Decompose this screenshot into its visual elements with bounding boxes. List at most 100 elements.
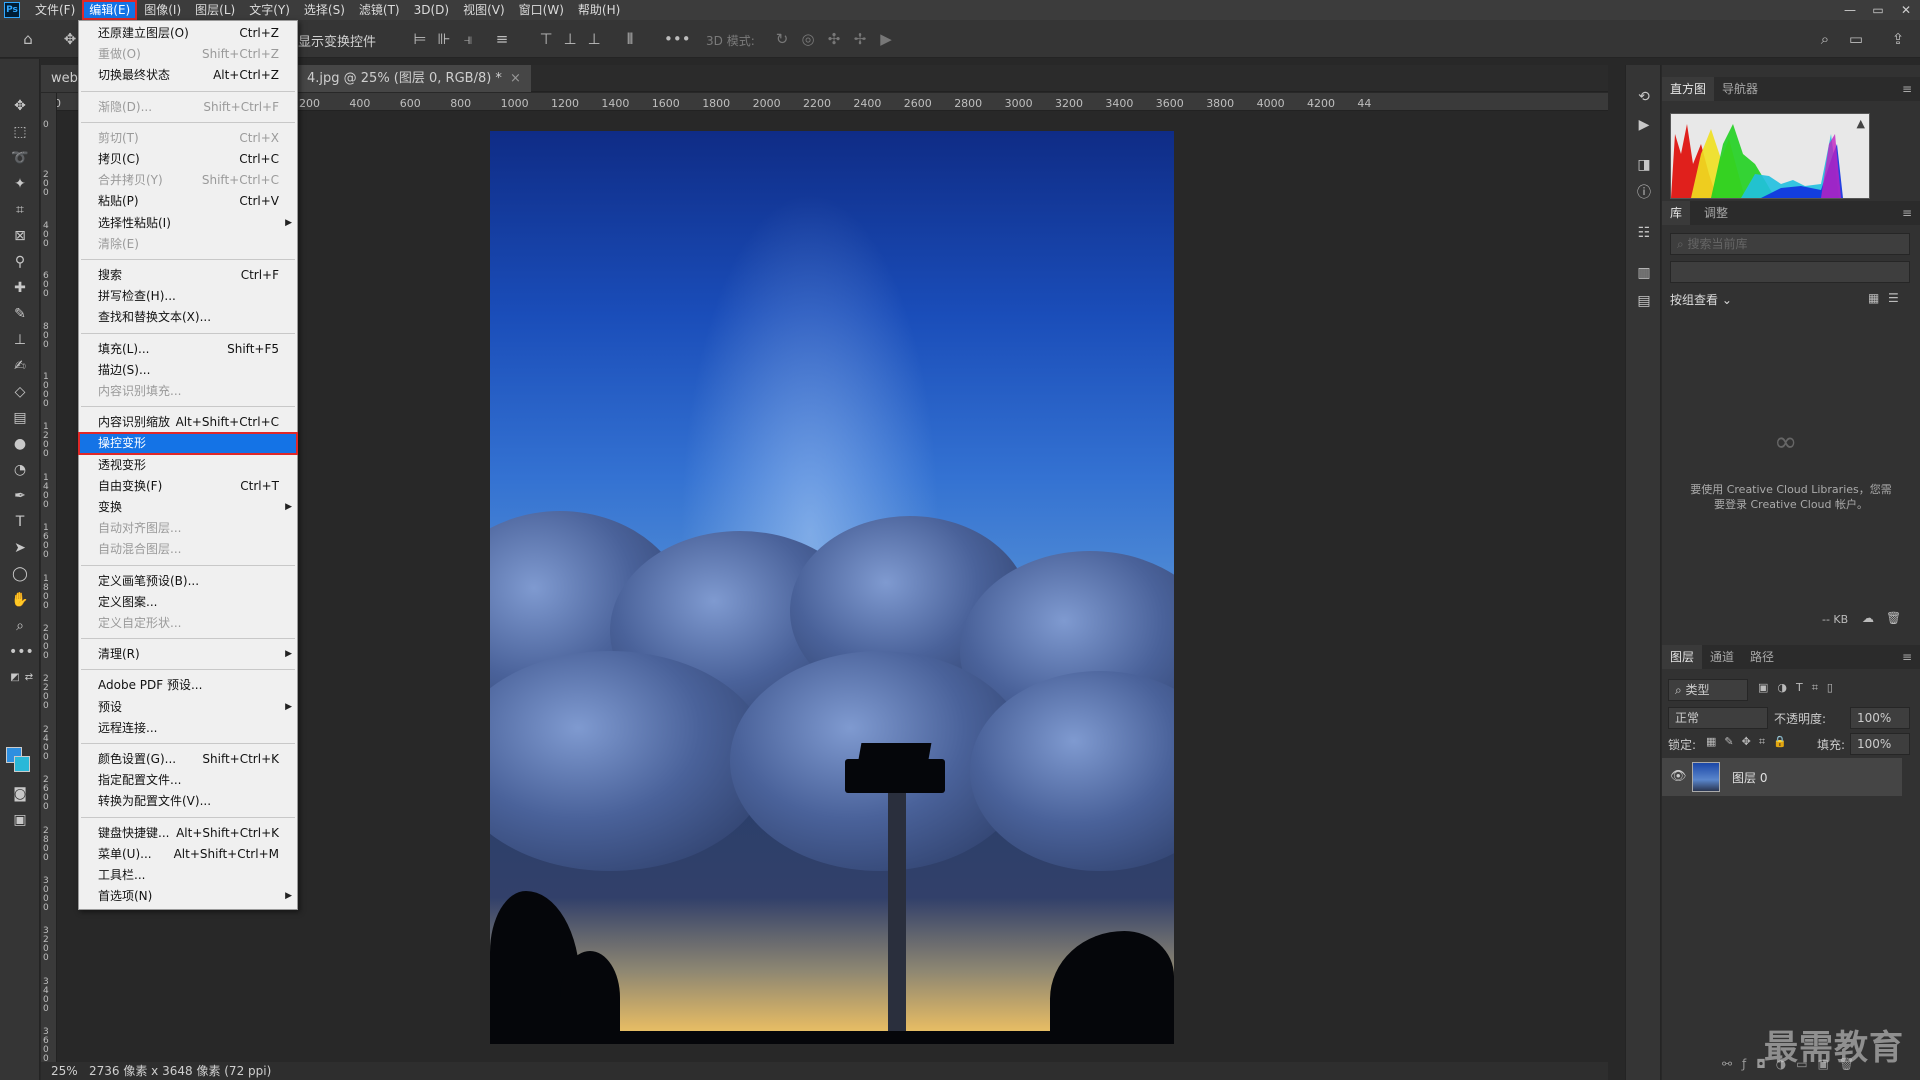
panel-menu-icon[interactable]: ≡ bbox=[1902, 650, 1912, 664]
document-tab-1[interactable]: webu bbox=[41, 65, 79, 92]
menu-item[interactable]: 变换 ▶ bbox=[79, 497, 297, 518]
tab-layers[interactable]: 图层 bbox=[1662, 645, 1703, 669]
eyedropper-tool-icon[interactable]: ⚲ bbox=[9, 251, 31, 273]
cache-warning-icon[interactable]: ▲ bbox=[1857, 117, 1865, 130]
3d-camera-icon[interactable]: ▶ bbox=[876, 29, 896, 49]
layer-thumbnail[interactable] bbox=[1692, 762, 1720, 792]
tab-adjustments[interactable]: 调整 bbox=[1696, 201, 1736, 225]
tab-histogram[interactable]: 直方图 bbox=[1662, 77, 1715, 101]
panel-menu-icon[interactable]: ≡ bbox=[1902, 206, 1912, 220]
cloud-sync-icon[interactable]: ☁ bbox=[1862, 611, 1874, 625]
close-button[interactable]: ✕ bbox=[1892, 0, 1920, 20]
panel-menu-icon[interactable]: ≡ bbox=[1902, 82, 1912, 96]
history-icon[interactable]: ⟲ bbox=[1634, 87, 1654, 107]
brush-settings-icon[interactable]: ▥ bbox=[1634, 263, 1654, 283]
more-options-icon[interactable]: ••• bbox=[664, 29, 691, 49]
gradient-tool-icon[interactable]: ▤ bbox=[9, 407, 31, 429]
menu-2[interactable]: 图像(I) bbox=[137, 0, 188, 20]
visibility-eye-icon[interactable]: 👁 bbox=[1670, 769, 1687, 784]
list-view-icon[interactable]: ☰ bbox=[1888, 291, 1899, 305]
library-search-input[interactable]: ⌕ 搜索当前库 bbox=[1670, 233, 1910, 255]
menu-item[interactable]: 拷贝(C) Ctrl+C bbox=[79, 149, 297, 170]
minimize-button[interactable]: — bbox=[1836, 0, 1864, 20]
zoom-tool-icon[interactable]: ⌕ bbox=[9, 615, 31, 637]
align-bottom-icon[interactable]: ⊥ bbox=[584, 29, 604, 49]
menu-item[interactable]: 指定配置文件... bbox=[79, 770, 297, 791]
menu-item[interactable]: 内容识别缩放 Alt+Shift+Ctrl+C bbox=[79, 412, 297, 433]
path-selection-tool-icon[interactable]: ➤ bbox=[9, 537, 31, 559]
blend-mode-select[interactable]: 正常 bbox=[1668, 707, 1768, 729]
quick-mask-icon[interactable]: ◙ bbox=[9, 783, 31, 805]
menu-item[interactable]: 拼写检查(H)... bbox=[79, 286, 297, 307]
swap-colors-icon[interactable]: ⇄ bbox=[18, 667, 40, 689]
3d-orbit-icon[interactable]: ↻ bbox=[772, 29, 792, 49]
layer-name[interactable]: 图层 0 bbox=[1732, 769, 1767, 786]
stamp-tool-icon[interactable]: ⊥ bbox=[9, 329, 31, 351]
search-icon[interactable]: ⌕ bbox=[1815, 29, 1835, 49]
document-info[interactable]: 2736 像素 x 3648 像素 (72 ppi) bbox=[89, 1062, 271, 1080]
menu-item[interactable]: 定义图案... bbox=[79, 592, 297, 613]
background-color-swatch[interactable] bbox=[14, 756, 30, 772]
pen-tool-icon[interactable]: ✒ bbox=[9, 485, 31, 507]
dodge-tool-icon[interactable]: ◔ bbox=[9, 459, 31, 481]
3d-roll-icon[interactable]: ◎ bbox=[798, 29, 818, 49]
menu-item[interactable]: 定义画笔预设(B)... bbox=[79, 571, 297, 592]
lock-icons[interactable]: ▦✎✥⌗🔒 bbox=[1706, 735, 1795, 749]
menu-item[interactable]: 转换为配置文件(V)... bbox=[79, 791, 297, 812]
crop-tool-icon[interactable]: ⌗ bbox=[9, 199, 31, 221]
document-image[interactable] bbox=[490, 131, 1174, 1044]
menu-item[interactable]: 颜色设置(G)... Shift+Ctrl+K bbox=[79, 749, 297, 770]
menu-4[interactable]: 文字(Y) bbox=[242, 0, 297, 20]
character-icon[interactable]: ☷ bbox=[1634, 223, 1654, 243]
library-view-mode[interactable]: 按组查看 ⌄ bbox=[1670, 291, 1732, 308]
screen-mode-icon[interactable]: ▣ bbox=[9, 809, 31, 831]
menu-item[interactable]: 透视变形 bbox=[79, 455, 297, 476]
history-brush-tool-icon[interactable]: ✍ bbox=[9, 355, 31, 377]
library-dropdown[interactable] bbox=[1670, 261, 1910, 283]
tab-paths[interactable]: 路径 bbox=[1742, 645, 1782, 669]
distribute-icon[interactable]: ≡ bbox=[492, 29, 512, 49]
fill-input[interactable]: 100% bbox=[1850, 733, 1910, 755]
workspace-icon[interactable]: ▭ bbox=[1846, 29, 1866, 49]
menu-7[interactable]: 3D(D) bbox=[407, 0, 456, 20]
document-tab-active[interactable]: 4.jpg @ 25% (图层 0, RGB/8) * × bbox=[297, 65, 531, 92]
tab-navigator[interactable]: 导航器 bbox=[1714, 77, 1766, 101]
menu-item[interactable]: 清理(R) ▶ bbox=[79, 644, 297, 665]
layer-filter-icons[interactable]: ▣◑T⌗▯ bbox=[1758, 681, 1842, 695]
menu-item[interactable]: 描边(S)... bbox=[79, 360, 297, 381]
align-middle-icon[interactable]: ⊥ bbox=[560, 29, 580, 49]
move-tool-icon[interactable]: ✥ bbox=[60, 29, 80, 49]
align-top-icon[interactable]: ⊤ bbox=[536, 29, 556, 49]
align-center-icon[interactable]: ⊪ bbox=[434, 29, 454, 49]
menu-5[interactable]: 选择(S) bbox=[297, 0, 352, 20]
menu-item[interactable]: 还原建立图层(O) Ctrl+Z bbox=[79, 23, 297, 44]
menu-6[interactable]: 滤镜(T) bbox=[352, 0, 407, 20]
menu-item[interactable]: 操控变形 bbox=[78, 432, 298, 456]
menu-3[interactable]: 图层(L) bbox=[188, 0, 242, 20]
tab-channels[interactable]: 通道 bbox=[1702, 645, 1742, 669]
trash-icon[interactable]: 🗑 bbox=[1886, 611, 1901, 625]
zoom-level[interactable]: 25% bbox=[51, 1062, 78, 1080]
move-tool-icon[interactable]: ✥ bbox=[9, 95, 31, 117]
menu-item[interactable]: 切换最终状态 Alt+Ctrl+Z bbox=[79, 65, 297, 86]
home-icon[interactable]: ⌂ bbox=[18, 29, 38, 49]
distribute-vertical-icon[interactable]: ⫴ bbox=[620, 29, 640, 49]
menu-item[interactable]: 工具栏... bbox=[79, 865, 297, 886]
menu-item[interactable]: Adobe PDF 预设... bbox=[79, 675, 297, 696]
menu-item[interactable]: 键盘快捷键... Alt+Shift+Ctrl+K bbox=[79, 823, 297, 844]
menu-0[interactable]: 文件(F) bbox=[28, 0, 82, 20]
menu-item[interactable]: 查找和替换文本(X)... bbox=[79, 307, 297, 328]
frame-tool-icon[interactable]: ⊠ bbox=[9, 225, 31, 247]
healing-brush-tool-icon[interactable]: ✚ bbox=[9, 277, 31, 299]
menu-item[interactable]: 自由变换(F) Ctrl+T bbox=[79, 476, 297, 497]
menu-item[interactable]: 粘贴(P) Ctrl+V bbox=[79, 191, 297, 212]
eraser-tool-icon[interactable]: ◇ bbox=[9, 381, 31, 403]
menu-item[interactable]: 预设 ▶ bbox=[79, 697, 297, 718]
marquee-tool-icon[interactable]: ⬚ bbox=[9, 121, 31, 143]
layer-filter-kind[interactable]: ⌕ 类型 bbox=[1668, 679, 1748, 701]
magic-wand-tool-icon[interactable]: ✦ bbox=[9, 173, 31, 195]
menu-item[interactable]: 搜索 Ctrl+F bbox=[79, 265, 297, 286]
close-tab-icon[interactable]: × bbox=[510, 71, 521, 86]
notes-icon[interactable]: ▤ bbox=[1634, 291, 1654, 311]
actions-play-icon[interactable]: ▶ bbox=[1634, 115, 1654, 135]
